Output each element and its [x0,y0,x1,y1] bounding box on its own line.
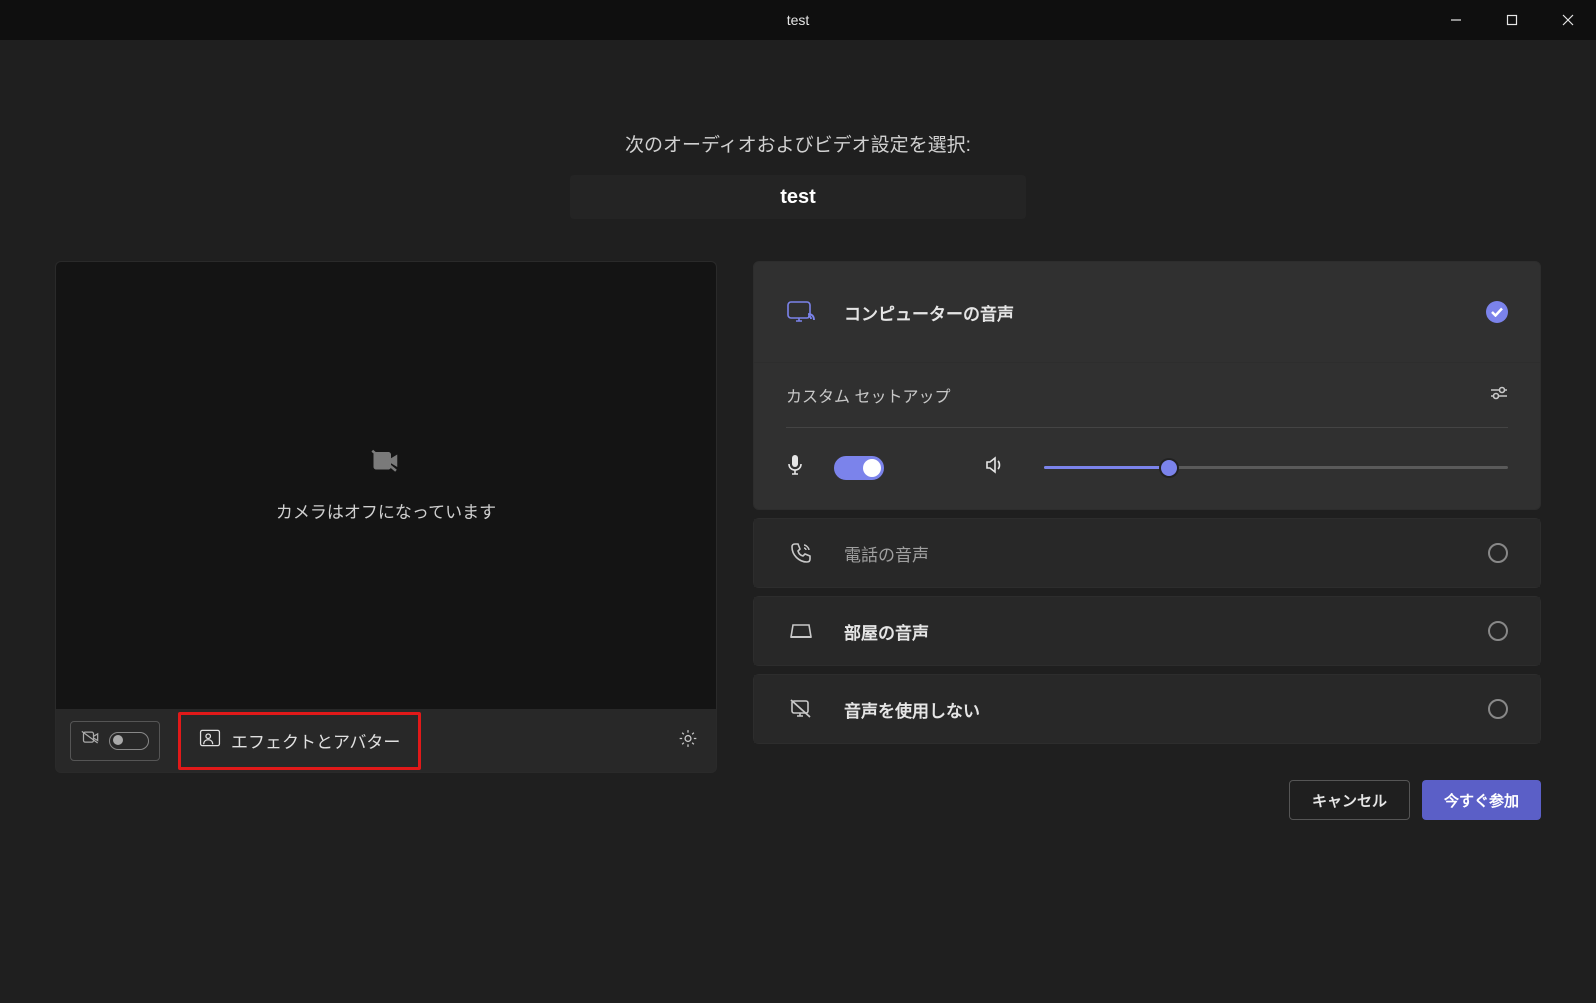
video-preview-panel: カメラはオフになっています [55,261,717,709]
window-title: test [787,12,810,28]
footer-actions: キャンセル 今すぐ参加 [753,752,1541,820]
person-frame-icon [199,729,221,752]
audio-option-label: コンピューターの音声 [844,300,1458,325]
custom-setup-label: カスタム セットアップ [786,383,950,407]
sliders-icon[interactable] [1490,386,1508,405]
audio-options-card: コンピューターの音声 カスタム セットアップ [753,261,1541,510]
close-button[interactable] [1540,0,1596,40]
audio-option-label: 電話の音声 [844,541,1460,566]
join-now-button-label: 今すぐ参加 [1444,790,1519,811]
join-now-button[interactable]: 今すぐ参加 [1422,780,1541,820]
camera-off-icon [371,449,401,480]
minimize-button[interactable] [1428,0,1484,40]
camera-off-text: カメラはオフになっています [276,498,496,523]
no-audio-icon [786,698,816,720]
check-badge-icon [1486,301,1508,323]
audio-option-label: 音声を使用しない [844,697,1460,722]
audio-option-label: 部屋の音声 [844,619,1460,644]
page-heading: 次のオーディオおよびビデオ設定を選択: [0,130,1596,157]
maximize-button[interactable] [1484,0,1540,40]
video-controls-bar: エフェクトとアバター [55,709,717,773]
phone-icon [786,542,816,564]
volume-slider-fill [1044,466,1169,469]
cancel-button-label: キャンセル [1312,790,1387,811]
window-controls [1428,0,1596,40]
room-icon [786,621,816,641]
radio-unselected-icon [1488,699,1508,719]
custom-setup-section: カスタム セットアップ [754,362,1540,509]
camera-toggle[interactable] [109,732,149,750]
audio-option-none[interactable]: 音声を使用しない [754,675,1540,743]
meeting-name-text: test [780,186,816,209]
title-bar: test [0,0,1596,40]
cancel-button[interactable]: キャンセル [1289,780,1410,820]
radio-unselected-icon [1488,543,1508,563]
camera-slash-icon [81,729,101,752]
radio-unselected-icon [1488,621,1508,641]
audio-option-room[interactable]: 部屋の音声 [754,597,1540,665]
volume-slider[interactable] [1044,466,1508,469]
effects-button-label: エフェクトとアバター [231,728,400,753]
audio-option-phone[interactable]: 電話の音声 [754,519,1540,587]
speaker-icon [984,455,1004,480]
audio-option-computer[interactable]: コンピューターの音声 [754,262,1540,362]
camera-toggle-group[interactable] [70,721,160,761]
meeting-name-field[interactable]: test [570,175,1026,219]
device-settings-button[interactable] [678,728,698,753]
microphone-toggle[interactable] [834,456,884,480]
volume-slider-knob[interactable] [1161,460,1177,476]
microphone-icon [786,454,804,481]
effects-and-avatar-button[interactable]: エフェクトとアバター [178,712,421,770]
computer-audio-icon [786,299,816,325]
